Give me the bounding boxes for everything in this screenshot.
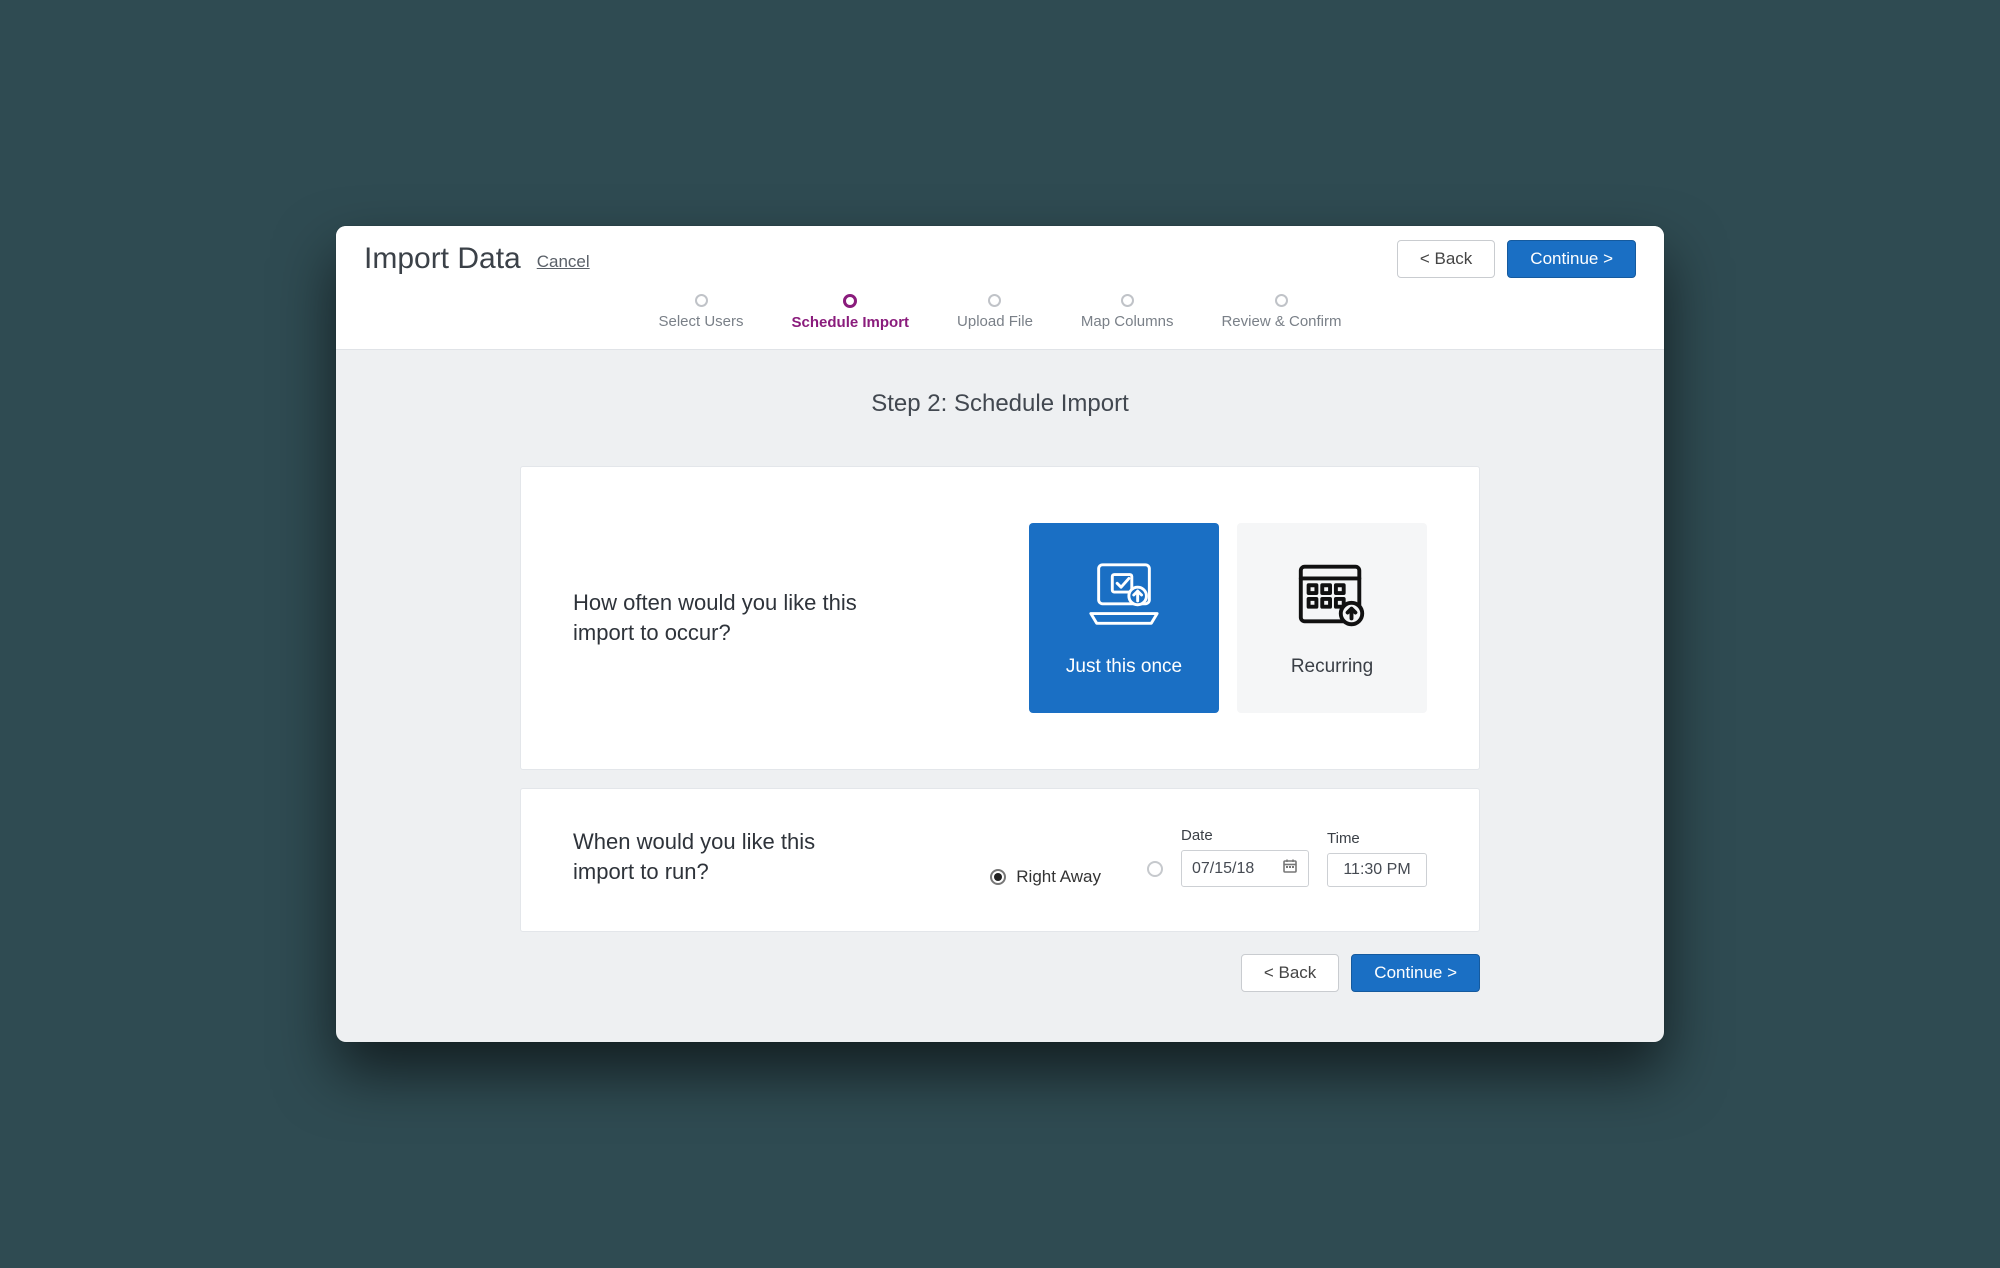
radio-scheduled[interactable] (1147, 861, 1163, 877)
wizard-steps: Select Users Schedule Import Upload File… (364, 282, 1636, 349)
step-label: Schedule Import (792, 314, 910, 331)
step-schedule-import[interactable]: Schedule Import (792, 294, 910, 331)
back-button-bottom[interactable]: < Back (1241, 954, 1339, 992)
tile-label: Just this once (1066, 656, 1182, 678)
when-card: When would you like this import to run? … (520, 788, 1480, 932)
step-upload-file[interactable]: Upload File (957, 294, 1033, 331)
when-option-scheduled: Date 07/15/18 (1147, 827, 1427, 887)
step-map-columns[interactable]: Map Columns (1081, 294, 1174, 331)
back-button-top[interactable]: < Back (1397, 240, 1495, 278)
step-dot-icon (1275, 294, 1288, 307)
frequency-option-once[interactable]: Just this once (1029, 523, 1219, 713)
step-dot-icon (988, 294, 1001, 307)
step-label: Map Columns (1081, 313, 1174, 330)
calendar-icon (1282, 858, 1298, 879)
page-title: Import Data (364, 242, 521, 276)
continue-button-top[interactable]: Continue > (1507, 240, 1636, 278)
frequency-card: How often would you like this import to … (520, 466, 1480, 770)
cancel-link[interactable]: Cancel (537, 252, 590, 272)
import-data-dialog: Import Data Cancel < Back Continue > Sel… (336, 226, 1664, 1043)
when-option-right-away[interactable]: Right Away (990, 867, 1101, 887)
step-dot-icon (1121, 294, 1134, 307)
step-label: Select Users (658, 313, 743, 330)
when-question: When would you like this import to run? (573, 827, 853, 886)
frequency-option-recurring[interactable]: Recurring (1237, 523, 1427, 713)
continue-button-bottom[interactable]: Continue > (1351, 954, 1480, 992)
step-select-users[interactable]: Select Users (658, 294, 743, 331)
dialog-body: Step 2: Schedule Import How often would … (336, 350, 1664, 1042)
calendar-grid-icon (1293, 558, 1371, 638)
date-label: Date (1181, 827, 1309, 844)
upload-laptop-icon (1085, 558, 1163, 638)
time-value: 11:30 PM (1343, 861, 1410, 879)
tile-label: Recurring (1291, 656, 1373, 678)
step-label: Review & Confirm (1221, 313, 1341, 330)
topbar: Import Data Cancel < Back Continue > Sel… (336, 226, 1664, 350)
step-dot-icon (843, 294, 857, 308)
frequency-question: How often would you like this import to … (573, 588, 873, 647)
step-label: Upload File (957, 313, 1033, 330)
radio-label: Right Away (1016, 867, 1101, 887)
step-dot-icon (695, 294, 708, 307)
time-input[interactable]: 11:30 PM (1327, 853, 1427, 887)
step-review-confirm[interactable]: Review & Confirm (1221, 294, 1341, 331)
time-label: Time (1327, 830, 1427, 847)
radio-icon (990, 869, 1006, 885)
step-heading: Step 2: Schedule Import (396, 390, 1604, 418)
date-value: 07/15/18 (1192, 860, 1254, 878)
date-input[interactable]: 07/15/18 (1181, 850, 1309, 887)
